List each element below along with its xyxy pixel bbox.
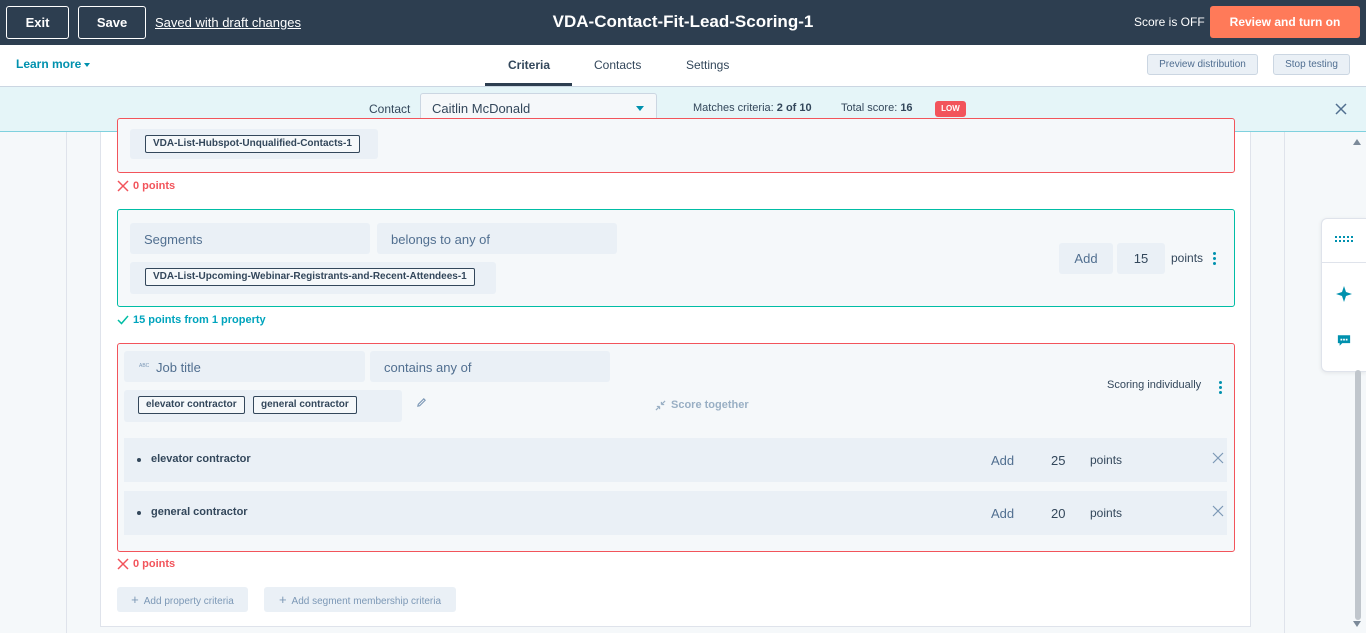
group2-result: 15 points from 1 property [117, 314, 266, 326]
operator-select-value: belongs to any of [391, 232, 491, 247]
left-divider [66, 132, 67, 633]
save-button[interactable]: Save [78, 6, 146, 39]
matches-value: 2 of 10 [776, 102, 812, 114]
add-points-label: Add [991, 506, 1015, 521]
compress-icon [655, 399, 666, 411]
scrollbar-thumb[interactable] [1355, 370, 1361, 620]
total-score-label: Total score: [841, 102, 898, 114]
caret-down-icon [84, 62, 91, 67]
value-tag: elevator contractor [138, 396, 245, 414]
property-select-value: Segments [144, 232, 203, 247]
active-tab-indicator [485, 83, 572, 86]
learn-more-dropdown[interactable]: Learn more [16, 57, 91, 71]
points-unit: points [1171, 251, 1204, 265]
score-level-badge: LOW [935, 101, 966, 117]
pencil-icon[interactable] [416, 397, 427, 408]
property-select-value: Job title [156, 360, 201, 375]
add-points-label: Add [991, 453, 1015, 468]
score-together-button[interactable]: Score together [655, 399, 749, 411]
job-title-values-field[interactable]: elevator contractor general contractor [124, 390, 402, 422]
points-unit: points [1090, 506, 1123, 520]
operator-select-value: contains any of [384, 360, 472, 375]
rail-divider [1322, 262, 1366, 263]
right-sidebar-rail [1321, 218, 1366, 372]
check-icon [117, 315, 129, 325]
plus-icon: + [278, 592, 287, 607]
property-select[interactable]: Segments [130, 223, 370, 254]
matches-label: Matches criteria: [693, 102, 774, 114]
group1-result: 0 points [117, 180, 175, 192]
points-unit: points [1090, 453, 1123, 467]
contact-label: Contact [369, 102, 411, 116]
matches-criteria: Matches criteria: 2 of 10 [693, 102, 812, 114]
property-select[interactable]: ABC Job title [124, 351, 365, 382]
more-options-icon[interactable] [1213, 252, 1217, 267]
add-segment-criteria-label: Add segment membership criteria [291, 596, 442, 607]
tabs-row: Learn more Criteria Contacts Settings Pr… [0, 45, 1366, 87]
exit-button[interactable]: Exit [6, 6, 69, 39]
add-segment-criteria-button[interactable]: + Add segment membership criteria [264, 587, 456, 612]
right-divider [1284, 132, 1285, 633]
group3-result: 0 points [117, 558, 175, 570]
points-input[interactable]: 20 [1051, 506, 1065, 521]
group3-result-text: 0 points [133, 558, 176, 570]
text-property-icon: ABC [139, 363, 150, 369]
x-icon [117, 558, 129, 570]
sparkle-icon[interactable] [1336, 286, 1352, 302]
scroll-down-arrow[interactable] [1353, 621, 1361, 627]
plus-icon: + [131, 592, 139, 607]
more-options-icon[interactable] [1219, 381, 1223, 396]
grid-dots-icon[interactable] [1335, 236, 1353, 244]
bullet [137, 458, 141, 462]
contact-select-value: Caitlin McDonald [432, 101, 531, 116]
points-input[interactable]: 15 [1117, 243, 1165, 274]
segment-tag: VDA-List-Upcoming-Webinar-Registrants-an… [145, 268, 475, 286]
preview-distribution-button[interactable]: Preview distribution [1147, 54, 1258, 75]
saved-status-link[interactable]: Saved with draft changes [155, 15, 301, 30]
bullet [137, 511, 141, 515]
operator-select[interactable]: belongs to any of [377, 223, 617, 254]
list-item: elevator contractor Add 25 points [124, 438, 1227, 482]
add-points-label: Add [1059, 243, 1113, 274]
group1-result-text: 0 points [133, 180, 176, 192]
scroll-up-arrow[interactable] [1353, 139, 1361, 145]
close-icon[interactable] [1334, 102, 1348, 116]
segment-values-field[interactable]: VDA-List-Hubspot-Unqualified-Contacts-1 [130, 129, 378, 159]
value-tag: general contractor [253, 396, 357, 414]
chat-icon[interactable] [1337, 334, 1351, 347]
total-score: Total score: 16 [841, 102, 913, 114]
scoring-mode-label: Scoring individually [1107, 379, 1202, 391]
add-property-criteria-button[interactable]: + Add property criteria [117, 587, 248, 612]
score-status: Score is OFF [1134, 15, 1205, 29]
group2-result-text: 15 points from 1 property [133, 314, 266, 326]
stop-testing-button[interactable]: Stop testing [1273, 54, 1350, 75]
criteria-group-segments: Segments belongs to any of VDA-List-Upco… [117, 209, 1235, 307]
remove-icon[interactable] [1212, 505, 1224, 517]
tab-criteria[interactable]: Criteria [508, 58, 550, 72]
top-bar: Exit Save Saved with draft changes VDA-C… [0, 0, 1366, 45]
x-icon [117, 180, 129, 192]
criteria-group-unqualified: VDA-List-Hubspot-Unqualified-Contacts-1 [117, 118, 1235, 173]
tab-contacts[interactable]: Contacts [594, 58, 641, 72]
total-score-value: 16 [900, 102, 913, 114]
learn-more-label: Learn more [16, 57, 82, 71]
operator-select[interactable]: contains any of [370, 351, 610, 382]
list-item: general contractor Add 20 points [124, 491, 1227, 535]
add-property-criteria-label: Add property criteria [143, 596, 234, 607]
chevron-down-icon [636, 106, 644, 111]
remove-icon[interactable] [1212, 452, 1224, 464]
segment-tag: VDA-List-Hubspot-Unqualified-Contacts-1 [145, 135, 360, 153]
score-together-label: Score together [671, 399, 749, 411]
segment-values-field[interactable]: VDA-List-Upcoming-Webinar-Registrants-an… [130, 262, 496, 294]
review-and-turn-on-button[interactable]: Review and turn on [1210, 6, 1360, 38]
points-input[interactable]: 25 [1051, 453, 1065, 468]
row-value-name: general contractor [151, 506, 248, 518]
row-value-name: elevator contractor [151, 453, 251, 465]
tab-settings[interactable]: Settings [686, 58, 729, 72]
